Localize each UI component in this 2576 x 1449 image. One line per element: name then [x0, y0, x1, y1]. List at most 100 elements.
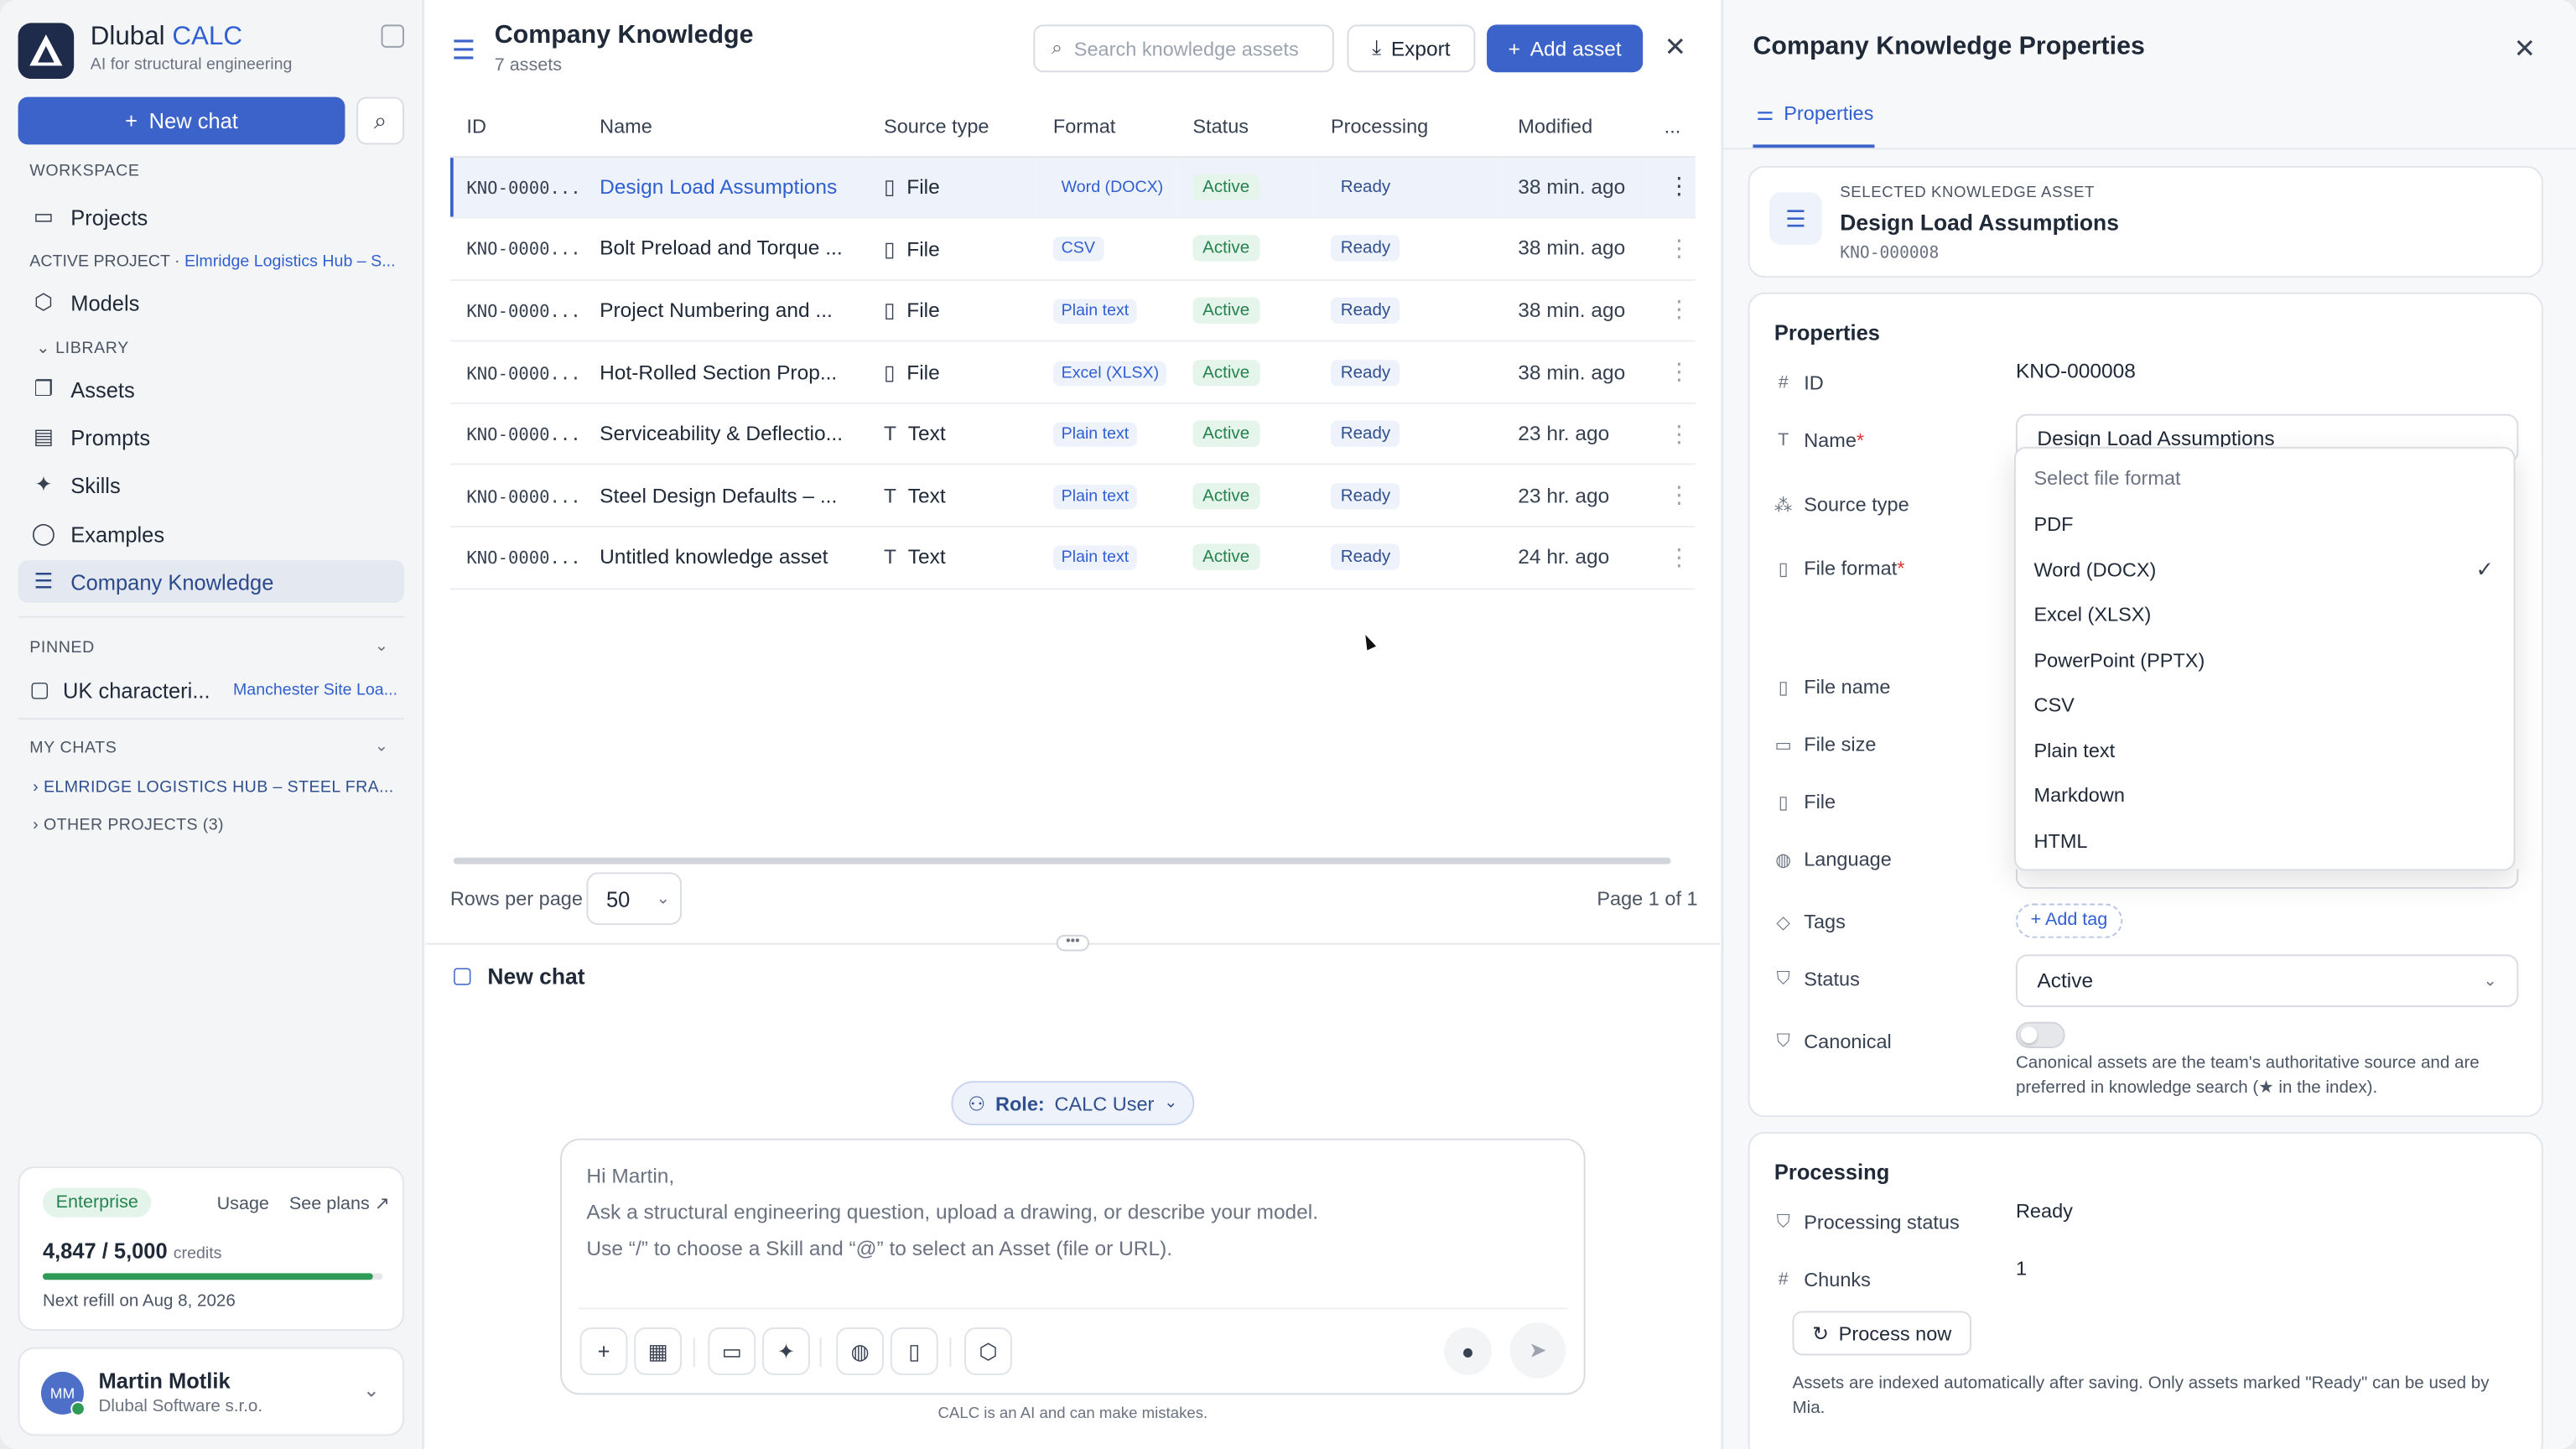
export-button[interactable]: ⤓ Export [1347, 24, 1476, 73]
format-option-pdf[interactable]: PDF [2033, 512, 2073, 535]
refill-date: Next refill on Aug 8, 2026 [42, 1291, 236, 1311]
cell-status: Active [1176, 217, 1315, 281]
add-tag-button[interactable]: + Add tag [2015, 903, 2122, 938]
cell-modified: 24 hr. ago [1501, 527, 1647, 589]
separator [819, 1337, 822, 1368]
search-button[interactable]: ⌕ [356, 96, 404, 145]
format-option-pptx[interactable]: PowerPoint (PPTX) [2033, 649, 2205, 672]
sidebar-item-skills[interactable]: ✦ Skills [18, 463, 404, 506]
close-icon[interactable]: ✕ [2514, 33, 2536, 65]
cell-name[interactable]: Bolt Preload and Torque ... [583, 217, 868, 281]
table-row[interactable]: KNO-0000... Project Numbering and ... ▯ Fil… [449, 279, 1696, 343]
sidebar-item-examples[interactable]: ◯ Examples [18, 512, 404, 555]
table-row[interactable]: KNO-0000... Hot-Rolled Section Prop... ▯ Fi… [449, 341, 1696, 404]
plus-icon: + [1508, 37, 1520, 60]
microphone-button[interactable]: ● [1444, 1327, 1492, 1375]
col-status[interactable]: Status [1176, 98, 1315, 158]
format-option-csv[interactable]: CSV [2033, 693, 2074, 716]
chat-composer[interactable]: Hi Martin, Ask a structural engineering … [560, 1138, 1586, 1395]
cell-format: Plain text [1036, 527, 1176, 589]
row-menu-icon[interactable]: ⋮ [1646, 156, 1696, 219]
chat-group-elmridge[interactable]: › ELMRIDGE LOGISTICS HUB – STEEL FRA... [33, 779, 393, 797]
rows-per-page-select[interactable]: 50 ⌄ [586, 872, 683, 926]
search-input[interactable]: ⌕ Search knowledge assets [1033, 24, 1334, 73]
sidebar-item-company-knowledge[interactable]: ☰ Company Knowledge [18, 560, 404, 604]
sidebar-item-assets[interactable]: ❐ Assets [18, 368, 404, 411]
table-row[interactable]: KNO-0000... Serviceability & Deflectio...… [449, 402, 1696, 466]
pinned-chat-item[interactable]: ▢ UK characteri... Manchester Site Loa... [29, 677, 404, 703]
language-select[interactable] [2015, 869, 2519, 889]
new-chat-button[interactable]: + New chat [18, 96, 345, 145]
status-select[interactable]: Active ⌄ [2015, 954, 2519, 1007]
chat-group-other-projects[interactable]: › OTHER PROJECTS (3) [33, 817, 224, 835]
section-library[interactable]: ⌄ LIBRARY [36, 340, 129, 359]
sidebar-item-prompts[interactable]: ▤ Prompts [18, 416, 404, 459]
col-actions: ... [1646, 98, 1696, 158]
col-name[interactable]: Name [583, 98, 868, 158]
format-option-docx[interactable]: Word (DOCX) [2033, 558, 2156, 581]
active-project[interactable]: ACTIVE PROJECT · Elmridge Logistics Hub … [29, 253, 395, 272]
skills-button[interactable]: ✦ [762, 1327, 810, 1375]
text-icon: T [884, 484, 897, 507]
row-menu-icon[interactable]: ⋮ [1646, 465, 1696, 528]
table-row[interactable]: KNO-0000... Untitled knowledge asset T Text… [449, 527, 1696, 589]
format-option-plain-text[interactable]: Plain text [2033, 740, 2115, 762]
send-button[interactable]: ➤ [1509, 1322, 1566, 1379]
calculator-button[interactable]: ▦ [634, 1327, 683, 1375]
user-menu[interactable]: MM Martin Motlik Dlubal Software s.r.o. … [18, 1347, 404, 1436]
cell-name[interactable]: Untitled knowledge asset [583, 527, 868, 589]
required-marker: * [1856, 428, 1865, 452]
cell-id: KNO-0000... [449, 217, 584, 281]
col-modified[interactable]: Modified [1501, 98, 1647, 158]
knowledge-button[interactable]: ▯ [890, 1327, 938, 1375]
cell-status: Active [1176, 402, 1315, 466]
row-menu-icon[interactable]: ⋮ [1646, 402, 1696, 466]
format-option-xlsx[interactable]: Excel (XLSX) [2033, 603, 2151, 626]
sidebar-item-models[interactable]: ⬡ Models [18, 281, 404, 324]
resize-handle[interactable]: ••• [1056, 934, 1089, 952]
cell-name[interactable]: Hot-Rolled Section Prop... [583, 341, 868, 404]
row-menu-icon[interactable]: ⋮ [1646, 217, 1696, 281]
usage-link[interactable]: Usage [217, 1194, 269, 1214]
file-format-dropdown[interactable]: Select file format PDF Word (DOCX) ✓ Exc… [2013, 446, 2516, 871]
cell-modified: 23 hr. ago [1501, 465, 1647, 528]
shield-icon: ⛉ [1776, 968, 1790, 989]
attach-button[interactable]: + [579, 1327, 628, 1375]
sidebar-item-projects[interactable]: ▭ Projects [18, 195, 404, 238]
chevron-down-icon[interactable]: ⌄ [375, 637, 388, 656]
label-status: ⛉ Status [1774, 968, 1860, 990]
horizontal-scrollbar[interactable] [453, 857, 1671, 865]
table-row[interactable]: KNO-0000... Bolt Preload and Torque ... ▯ F… [449, 217, 1696, 281]
text-icon: T [884, 422, 897, 446]
folder-button[interactable]: ▭ [708, 1327, 756, 1375]
cell-format: Excel (XLSX) [1036, 341, 1176, 404]
format-option-markdown[interactable]: Markdown [2033, 784, 2124, 807]
row-menu-icon[interactable]: ⋮ [1646, 527, 1696, 589]
col-source-type[interactable]: Source type [867, 98, 1037, 158]
col-format[interactable]: Format [1036, 98, 1176, 158]
table-row[interactable]: KNO-0000... Design Load Assumptions ▯ File W… [449, 156, 1696, 219]
add-asset-button[interactable]: + Add asset [1487, 24, 1644, 73]
processing-badge: Ready [1330, 544, 1400, 571]
close-icon[interactable]: ✕ [1665, 31, 1686, 64]
model-button[interactable]: ⬡ [964, 1327, 1012, 1375]
web-search-button[interactable]: ◍ [836, 1327, 885, 1375]
process-now-button[interactable]: ↻ Process now [1792, 1311, 1972, 1356]
cell-name[interactable]: Design Load Assumptions [583, 156, 868, 219]
chevron-down-icon[interactable]: ⌄ [375, 738, 388, 756]
format-option-html[interactable]: HTML [2033, 829, 2087, 852]
row-menu-icon[interactable]: ⋮ [1646, 341, 1696, 404]
table-row[interactable]: KNO-0000... Steel Design Defaults – ... T T… [449, 465, 1696, 528]
collapse-sidebar-icon[interactable] [381, 24, 404, 48]
cell-name[interactable]: Project Numbering and ... [583, 279, 868, 343]
col-id[interactable]: ID [449, 98, 584, 158]
cell-name[interactable]: Serviceability & Deflectio... [583, 402, 868, 466]
canonical-toggle[interactable] [2015, 1021, 2065, 1048]
role-selector[interactable]: ⚇ Role: CALC User ⌄ [951, 1081, 1195, 1126]
col-processing[interactable]: Processing [1314, 98, 1502, 158]
cell-name[interactable]: Steel Design Defaults – ... [583, 465, 868, 528]
tab-properties[interactable]: ⚌ Properties [1753, 101, 1875, 148]
row-menu-icon[interactable]: ⋮ [1646, 279, 1696, 343]
see-plans-link[interactable]: See plans [289, 1194, 370, 1214]
separator [693, 1337, 695, 1368]
